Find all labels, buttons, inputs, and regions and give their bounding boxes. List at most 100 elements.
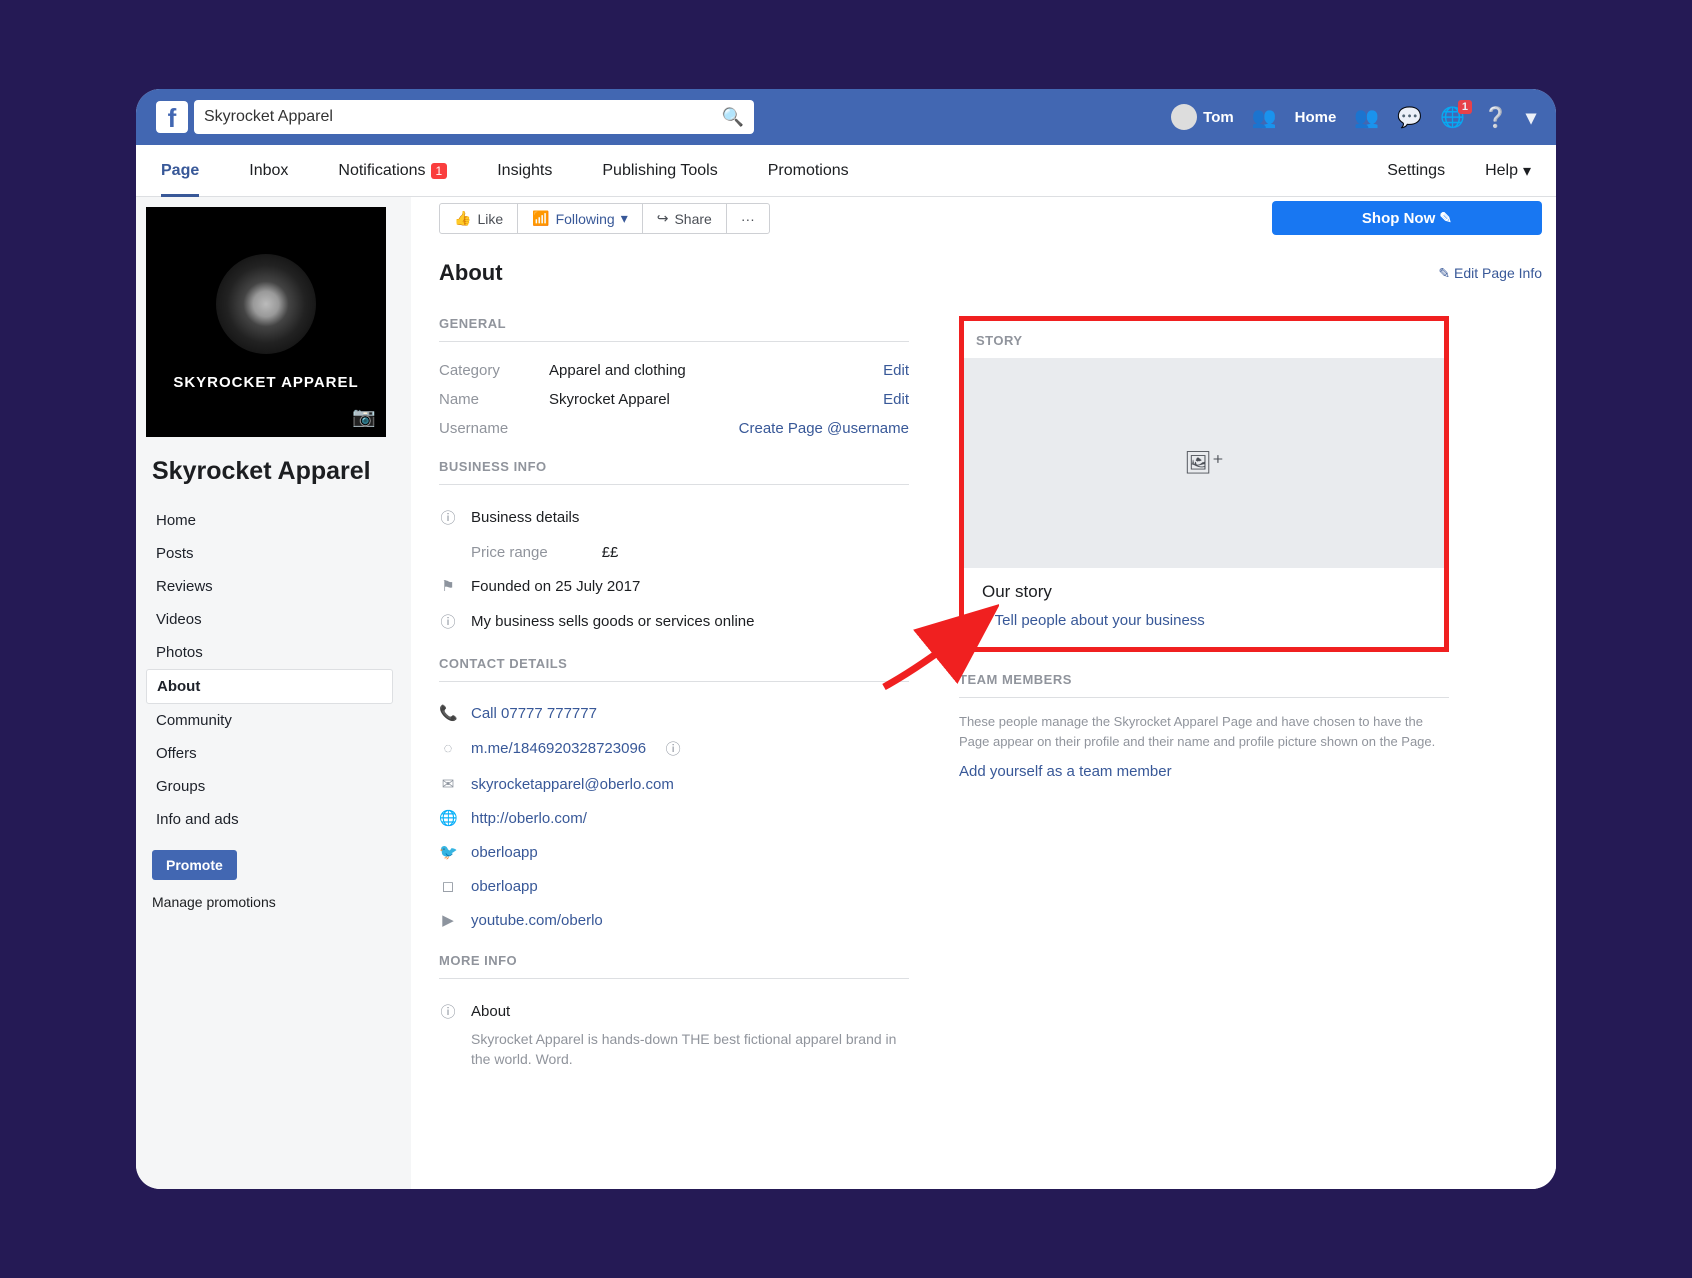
instagram-icon: ◻ (439, 877, 457, 895)
link-settings[interactable]: Settings (1387, 161, 1445, 181)
share-label: Share (674, 211, 711, 227)
phone-link[interactable]: Call 07777 777777 (471, 705, 597, 722)
sidebar-item-groups[interactable]: Groups (146, 770, 393, 803)
side-menu: Home Posts Reviews Videos Photos About C… (146, 504, 393, 836)
more-info-heading: MORE INFO (439, 953, 909, 979)
edit-category-link[interactable]: Edit (883, 362, 909, 379)
contact-heading: CONTACT DETAILS (439, 656, 909, 682)
sidebar-item-reviews[interactable]: Reviews (146, 570, 393, 603)
shop-now-button[interactable]: Shop Now ✎ (1272, 201, 1542, 235)
story-image-placeholder[interactable]: 🖼⁺ (964, 358, 1444, 568)
info-icon: ⓘ (664, 738, 682, 759)
help-icon[interactable]: ❔ (1483, 105, 1508, 130)
globe-icon: 🌐 (439, 809, 457, 827)
search-input[interactable] (204, 108, 722, 126)
youtube-link[interactable]: youtube.com/oberlo (471, 912, 603, 929)
story-title: Our story (982, 582, 1426, 602)
edit-page-label: Edit Page Info (1454, 265, 1542, 281)
phone-icon: 📞 (439, 704, 457, 722)
add-team-member-link[interactable]: Add yourself as a team member (959, 763, 1449, 780)
tab-notifications-label: Notifications (338, 162, 425, 180)
info-icon: ⓘ (439, 1001, 457, 1022)
search-icon[interactable]: 🔍 (722, 107, 744, 128)
add-image-icon: 🖼⁺ (1184, 450, 1224, 476)
sidebar-item-videos[interactable]: Videos (146, 603, 393, 636)
facebook-logo-icon[interactable]: f (156, 101, 188, 133)
more-button[interactable]: ··· (727, 204, 769, 233)
main-column: 👍 Like 📶Following ▾ ↪ Share ··· Shop Now ✎… (411, 197, 1556, 1189)
logo-label: SKYROCKET APPAREL (173, 374, 358, 391)
notifications-icon[interactable]: 🌐1 (1440, 105, 1465, 130)
sidebar-item-photos[interactable]: Photos (146, 636, 393, 669)
share-icon: ↪ (657, 210, 669, 227)
tab-publishing-tools[interactable]: Publishing Tools (602, 162, 717, 180)
following-button[interactable]: 📶Following ▾ (518, 204, 643, 233)
tab-notifications[interactable]: Notifications 1 (338, 162, 447, 180)
tab-inbox[interactable]: Inbox (249, 162, 288, 180)
edit-page-info-link[interactable]: ✎Edit Page Info (1438, 265, 1542, 282)
tab-promotions[interactable]: Promotions (768, 162, 849, 180)
price-range-value: ££ (602, 544, 619, 561)
general-heading: GENERAL (439, 316, 909, 342)
sidebar-item-home[interactable]: Home (146, 504, 393, 537)
messenger-icon: ◌ (439, 740, 457, 757)
team-members-description: These people manage the Skyrocket Appare… (959, 712, 1449, 751)
promote-button[interactable]: Promote (152, 850, 237, 880)
info-icon: ⓘ (439, 611, 457, 632)
tab-insights[interactable]: Insights (497, 162, 552, 180)
website-link[interactable]: http://oberlo.com/ (471, 810, 587, 827)
like-label: Like (477, 211, 503, 227)
like-button[interactable]: 👍 Like (440, 204, 518, 233)
sidebar-item-about[interactable]: About (146, 669, 393, 704)
create-username-link[interactable]: Create Page @username (739, 420, 909, 437)
name-row: Name Skyrocket Apparel Edit (439, 385, 909, 414)
user-profile-link[interactable]: Tom (1171, 104, 1234, 130)
email-link[interactable]: skyrocketapparel@oberlo.com (471, 776, 674, 793)
find-friends-icon[interactable]: 👥 (1252, 105, 1277, 130)
twitter-icon: 🐦 (439, 843, 457, 861)
user-name: Tom (1203, 109, 1234, 126)
camera-icon[interactable]: 📷 (352, 405, 376, 429)
price-range-label: Price range (471, 544, 548, 561)
info-icon: ⓘ (439, 507, 457, 528)
sells-online-text: My business sells goods or services onli… (471, 613, 754, 630)
tab-page[interactable]: Page (161, 162, 199, 197)
tell-about-business-link[interactable]: + Tell people about your business (982, 612, 1426, 629)
about-label: About (471, 1003, 510, 1020)
messenger-icon[interactable]: 💬 (1397, 105, 1422, 130)
page-profile-photo[interactable]: SKYROCKET APPAREL 📷 (146, 207, 386, 437)
sidebar-item-posts[interactable]: Posts (146, 537, 393, 570)
link-help[interactable]: Help ▾ (1485, 161, 1531, 181)
flag-icon: ⚑ (439, 577, 457, 595)
notif-count-badge: 1 (431, 163, 448, 179)
sidebar-item-info-ads[interactable]: Info and ads (146, 803, 393, 836)
twitter-link[interactable]: oberloapp (471, 844, 538, 861)
rss-icon: 📶 (532, 210, 549, 227)
annotation-arrow-icon (879, 602, 999, 692)
dropdown-icon[interactable]: ▾ (1526, 105, 1536, 130)
avatar-icon (1171, 104, 1197, 130)
category-value: Apparel and clothing (549, 362, 883, 379)
manage-promotions-link[interactable]: Manage promotions (146, 890, 393, 914)
pencil-icon: ✎ (1438, 265, 1450, 282)
thumbs-up-icon: 👍 (454, 210, 471, 227)
friend-requests-icon[interactable]: 👥 (1354, 105, 1379, 130)
search-box[interactable]: 🔍 (194, 100, 754, 134)
about-right-column: STORY 🖼⁺ Our story + Tell people about y… (959, 316, 1449, 1069)
share-button[interactable]: ↪ Share (643, 204, 727, 233)
team-members-heading: TEAM MEMBERS (959, 672, 1449, 698)
messenger-link[interactable]: m.me/1846920328723096 (471, 740, 646, 757)
topbar: f 🔍 Tom 👥 Home 👥 💬 🌐1 ❔ ▾ (136, 89, 1556, 145)
edit-name-link[interactable]: Edit (883, 391, 909, 408)
sidebar-item-offers[interactable]: Offers (146, 737, 393, 770)
username-label: Username (439, 420, 549, 437)
sidebar-item-community[interactable]: Community (146, 704, 393, 737)
about-description: Skyrocket Apparel is hands-down THE best… (439, 1030, 909, 1069)
name-value: Skyrocket Apparel (549, 391, 883, 408)
name-label: Name (439, 391, 549, 408)
story-card: STORY 🖼⁺ Our story + Tell people about y… (959, 316, 1449, 652)
action-row: 👍 Like 📶Following ▾ ↪ Share ··· (439, 203, 770, 234)
home-link[interactable]: Home (1295, 109, 1337, 126)
username-row: Username Create Page @username (439, 414, 909, 443)
instagram-link[interactable]: oberloapp (471, 878, 538, 895)
